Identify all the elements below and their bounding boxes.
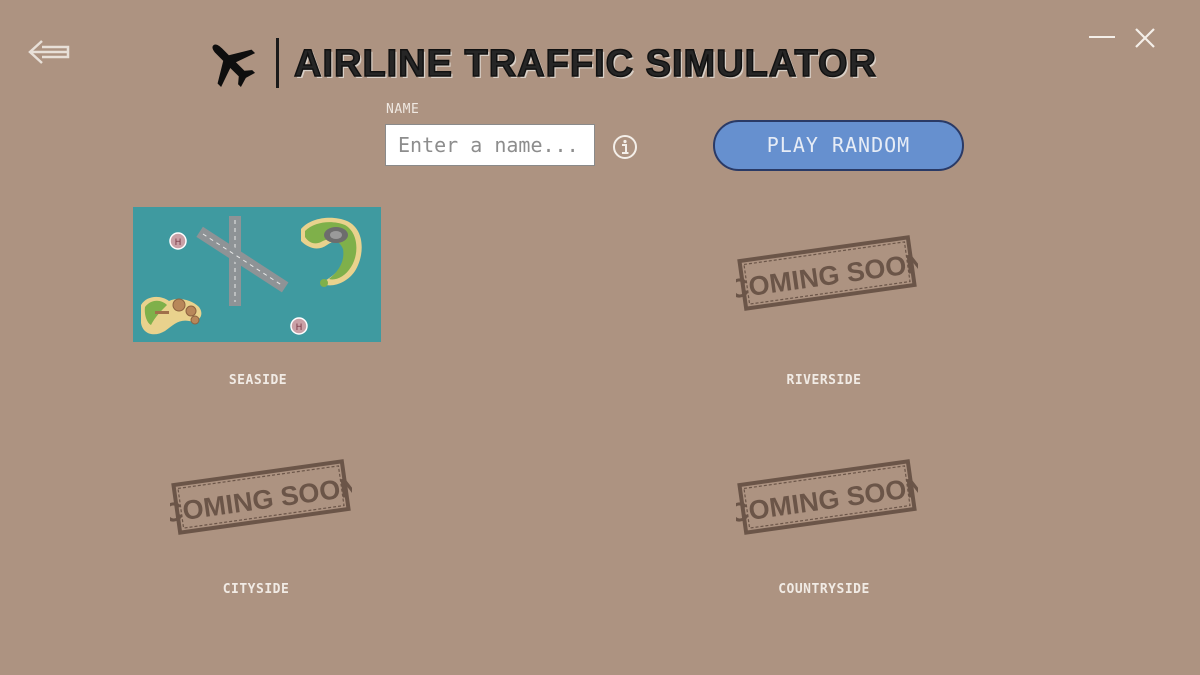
level-thumbnail-seaside[interactable]: H H: [133, 207, 381, 342]
level-label-riverside[interactable]: RIVERSIDE: [724, 373, 924, 388]
coming-soon-stamp-riverside: COMING SOON: [727, 235, 928, 311]
info-icon: [613, 135, 637, 159]
title-divider: [276, 38, 279, 88]
minimize-button[interactable]: [1086, 24, 1118, 50]
svg-text:H: H: [175, 238, 182, 248]
svg-text:H: H: [296, 323, 303, 333]
level-label-cityside[interactable]: CITYSIDE: [156, 582, 356, 597]
coming-soon-stamp-cityside: COMING SOON: [161, 459, 362, 535]
level-label-countryside[interactable]: COUNTRYSIDE: [724, 582, 924, 597]
play-random-button[interactable]: PLAY RANDOM: [713, 120, 964, 171]
level-label-seaside[interactable]: SEASIDE: [158, 373, 358, 388]
coming-soon-stamp-countryside: COMING SOON: [727, 459, 928, 535]
name-input[interactable]: [385, 124, 595, 166]
back-arrow-icon: [28, 40, 70, 64]
app-title: AIRLINE TRAFFIC SIMULATOR: [293, 42, 877, 86]
info-button[interactable]: [612, 134, 638, 160]
close-button[interactable]: [1130, 24, 1160, 52]
minimize-icon: [1089, 36, 1115, 38]
back-button[interactable]: [26, 36, 72, 68]
name-label: NAME: [386, 102, 420, 117]
close-icon: [1135, 28, 1155, 48]
seaside-map-image: H H: [133, 207, 381, 342]
airplane-icon: [203, 36, 259, 90]
